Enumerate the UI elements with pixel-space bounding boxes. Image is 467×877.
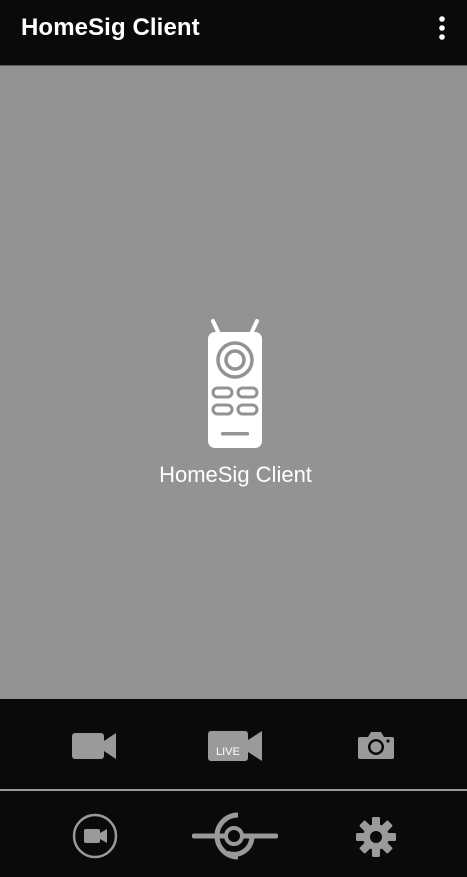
nav-connect-button[interactable] (192, 809, 278, 863)
overflow-menu-button[interactable] (426, 12, 458, 44)
remote-control-icon (208, 319, 262, 448)
snapshot-button[interactable] (356, 725, 396, 765)
video-circle-icon (72, 813, 118, 859)
video-live-icon: LIVE (208, 731, 262, 761)
app-root: HomeSig Client HomeSig Client LIVE (0, 0, 467, 877)
video-record-icon (72, 733, 116, 759)
action-bar: LIVE (0, 699, 467, 789)
record-video-button[interactable] (70, 725, 118, 765)
more-vert-icon (439, 16, 445, 40)
placeholder-label: HomeSig Client (159, 462, 312, 487)
signal-connect-icon (192, 812, 278, 860)
nav-settings-button[interactable] (355, 816, 397, 858)
live-badge: LIVE (216, 746, 240, 758)
settings-gear-icon (356, 817, 396, 857)
live-video-button[interactable]: LIVE (206, 725, 266, 765)
app-title: HomeSig Client (21, 14, 200, 41)
nav-video-button[interactable] (71, 812, 119, 860)
video-viewer: HomeSig Client (0, 65, 467, 700)
top-app-bar: HomeSig Client (0, 0, 467, 64)
camera-icon (358, 732, 394, 759)
bottom-navigation (0, 791, 467, 877)
